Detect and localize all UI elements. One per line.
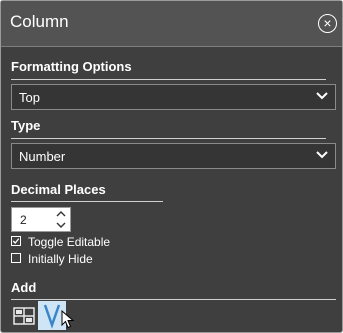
type-select[interactable]: Number bbox=[11, 143, 336, 169]
mouse-cursor-icon bbox=[61, 310, 75, 329]
initially-hide-label: Initially Hide bbox=[28, 252, 93, 266]
chevron-down-icon bbox=[316, 151, 328, 159]
toggle-editable-label: Toggle Editable bbox=[28, 235, 111, 249]
add-divider bbox=[11, 299, 336, 300]
close-icon[interactable]: × bbox=[318, 14, 337, 33]
type-divider bbox=[11, 138, 326, 139]
formatting-options-label: Formatting Options bbox=[11, 59, 132, 74]
checkbox-box[interactable] bbox=[11, 253, 21, 263]
formatting-options-divider bbox=[11, 79, 326, 80]
type-value: Number bbox=[19, 149, 66, 164]
decimal-places-label: Decimal Places bbox=[11, 182, 106, 197]
column-dialog: Column × Formatting Options Top Type Num… bbox=[0, 0, 343, 333]
up-down-arrows-icon[interactable] bbox=[55, 210, 67, 229]
add-label: Add bbox=[11, 280, 37, 295]
decimal-places-value: 2 bbox=[20, 213, 27, 227]
type-label: Type bbox=[11, 118, 41, 133]
formatting-options-select[interactable]: Top bbox=[11, 84, 336, 110]
chevron-down-icon bbox=[316, 92, 328, 100]
checkbox-box[interactable] bbox=[11, 236, 21, 246]
decimal-places-divider bbox=[11, 201, 163, 202]
formatting-options-value: Top bbox=[19, 90, 40, 105]
check-icon bbox=[12, 238, 20, 244]
table-icon[interactable] bbox=[12, 304, 36, 328]
title-bar: Column × bbox=[1, 1, 342, 47]
decimal-places-stepper[interactable]: 2 bbox=[11, 207, 71, 232]
dialog-title: Column bbox=[10, 12, 69, 31]
